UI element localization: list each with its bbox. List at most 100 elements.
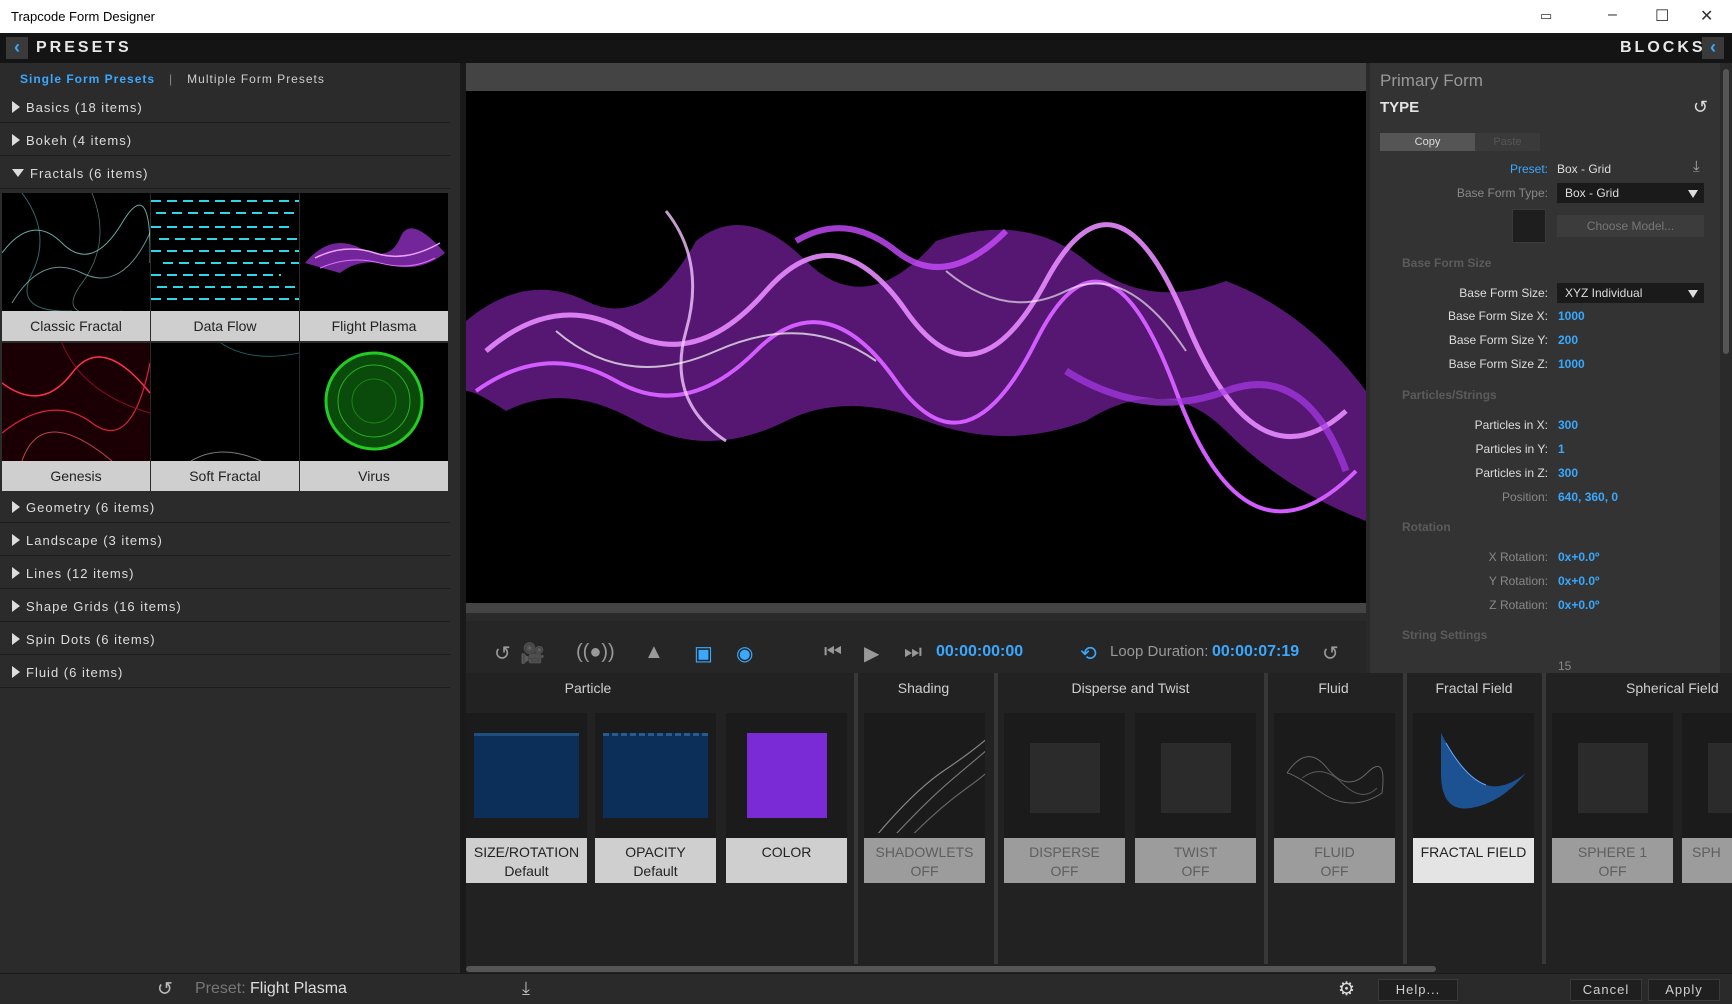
thumb-label: Flight Plasma [300,311,448,341]
viewer-top-bar [466,63,1366,91]
tablet-mode-icon[interactable]: ▭ [1540,8,1552,24]
category-bokeh[interactable]: Bokeh (4 items) [0,126,450,156]
presets-back-button[interactable]: ‹ [6,37,28,59]
preset-label: Preset: [1509,162,1548,176]
block-title: DISPERSE [1029,844,1100,860]
chevron-down-icon [1688,290,1698,298]
copy-button[interactable]: Copy [1380,133,1475,151]
eye-icon[interactable]: ◉ [736,641,753,666]
block-fractal-field[interactable]: FRACTAL FIELD [1413,713,1534,883]
block-label: SPH [1682,838,1732,883]
block-status: Default [504,863,549,879]
block-preview [1286,756,1384,804]
category-geometry[interactable]: Geometry (6 items) [0,493,450,523]
category-basics[interactable]: Basics (18 items) [0,93,450,123]
block-fluid[interactable]: FLUID OFF [1274,713,1395,883]
timecode[interactable]: 00:00:00:00 [936,643,1023,661]
close-icon[interactable]: ✕ [1700,6,1713,26]
particles-z-value[interactable]: 300 [1558,466,1578,480]
base-form-size-select[interactable]: XYZ Individual [1557,283,1704,303]
revert-icon[interactable]: ↺ [157,978,173,1001]
loop-duration-label: Loop Duration: [1110,643,1209,660]
block-preview [747,733,827,818]
density-value[interactable]: 15 [1558,659,1571,673]
particles-y-label: Particles in Y: [1475,442,1548,456]
plasma-render [466,91,1366,603]
play-icon[interactable]: ▶ [864,641,879,666]
save-icon[interactable]: ⤓ [522,978,530,999]
base-form-type-select[interactable]: Box - Grid [1557,183,1704,203]
position-value[interactable]: 640, 360, 0 [1558,490,1618,504]
preset-thumb-data-flow[interactable]: Data Flow [151,193,299,341]
skip-end-icon[interactable]: ⏭ [904,641,922,664]
frame-icon[interactable]: ▣ [694,641,713,666]
y-rotation-value[interactable]: 0x+0.0º [1558,574,1599,588]
blocks-toggle-button[interactable]: ‹ [1702,37,1724,59]
expand-triangle-icon [12,134,20,146]
camera-icon[interactable]: 🎥 [520,641,545,666]
block-sphere-1[interactable]: SPHERE 1 OFF [1552,713,1673,883]
size-y-value[interactable]: 200 [1558,333,1578,347]
preset-value: Box - Grid [1557,162,1612,176]
reset-camera-icon[interactable]: ↺ [494,641,511,666]
minimize-icon[interactable]: – [1608,6,1617,24]
category-landscape[interactable]: Landscape (3 items) [0,526,450,556]
help-button[interactable]: Help... [1378,979,1458,1001]
block-disperse[interactable]: DISPERSE OFF [1004,713,1125,883]
block-shadowlets[interactable]: SHADOWLETS OFF [864,713,985,883]
preset-thumb-genesis[interactable]: Genesis [2,343,150,491]
z-rotation-value[interactable]: 0x+0.0º [1558,598,1599,612]
particles-y-value[interactable]: 1 [1558,442,1565,456]
block-label: COLOR [726,838,847,883]
scroll-thumb[interactable] [466,966,1436,972]
category-spin-dots[interactable]: Spin Dots (6 items) [0,625,450,655]
skip-start-icon[interactable]: ⏮ [824,641,842,664]
category-lines[interactable]: Lines (12 items) [0,559,450,589]
expand-triangle-icon [12,567,20,579]
block-opacity[interactable]: OPACITY Default [595,713,716,883]
tab-single-form-presets[interactable]: Single Form Presets [20,72,155,86]
block-twist[interactable]: TWIST OFF [1135,713,1256,883]
block-color[interactable]: COLOR [726,713,847,883]
reset-loop-icon[interactable]: ↺ [1322,641,1339,666]
particles-z-label: Particles in Z: [1475,466,1548,480]
preset-thumb-classic-fractal[interactable]: Classic Fractal [2,193,150,341]
reset-icon[interactable]: ↺ [1693,97,1708,118]
particles-x-value[interactable]: 300 [1558,418,1578,432]
scroll-thumb[interactable] [1723,69,1729,354]
expand-triangle-icon [12,666,20,678]
block-preview [1030,743,1100,813]
blocks-scrollbar[interactable] [466,964,1732,973]
category-fractals[interactable]: Fractals (6 items) [0,159,450,189]
x-rotation-value[interactable]: 0x+0.0º [1558,550,1599,564]
inspector-scrollbar[interactable] [1720,63,1732,673]
audio-icon[interactable]: ((●)) [576,641,615,664]
category-label: Landscape (3 items) [26,533,163,548]
apply-button[interactable]: Apply [1648,979,1720,1001]
base-form-type-label: Base Form Type: [1456,186,1548,200]
category-fluid[interactable]: Fluid (6 items) [0,658,450,688]
section-particles-strings: Particles/Strings [1402,388,1497,402]
group-divider [1264,673,1268,969]
paste-button[interactable]: Paste [1475,133,1540,151]
preview-viewport[interactable] [466,63,1366,613]
preset-thumb-flight-plasma[interactable]: Flight Plasma [300,193,448,341]
size-x-value[interactable]: 1000 [1558,309,1585,323]
block-preview [877,739,985,833]
loop-icon[interactable]: ⟲ [1080,641,1097,666]
choose-model-button[interactable]: Choose Model... [1557,215,1704,237]
tab-multiple-form-presets[interactable]: Multiple Form Presets [187,72,325,86]
shadow-icon[interactable]: ▲ [644,641,664,664]
block-sphere-2[interactable]: SPH [1682,713,1732,883]
maximize-icon[interactable]: ☐ [1655,6,1669,26]
category-shape-grids[interactable]: Shape Grids (16 items) [0,592,450,622]
gear-icon[interactable]: ⚙ [1338,978,1355,1001]
block-size-rotation[interactable]: SIZE/ROTATION Default [466,713,587,883]
preset-thumb-virus[interactable]: Virus [300,343,448,491]
save-preset-icon[interactable]: ⤓ [1693,158,1700,175]
preset-thumb-soft-fractal[interactable]: Soft Fractal [151,343,299,491]
cancel-button[interactable]: Cancel [1570,979,1642,1001]
size-z-value[interactable]: 1000 [1558,357,1585,371]
group-spherical-field: Spherical Field [1626,680,1719,696]
loop-duration-value[interactable]: 00:00:07:19 [1212,643,1299,661]
